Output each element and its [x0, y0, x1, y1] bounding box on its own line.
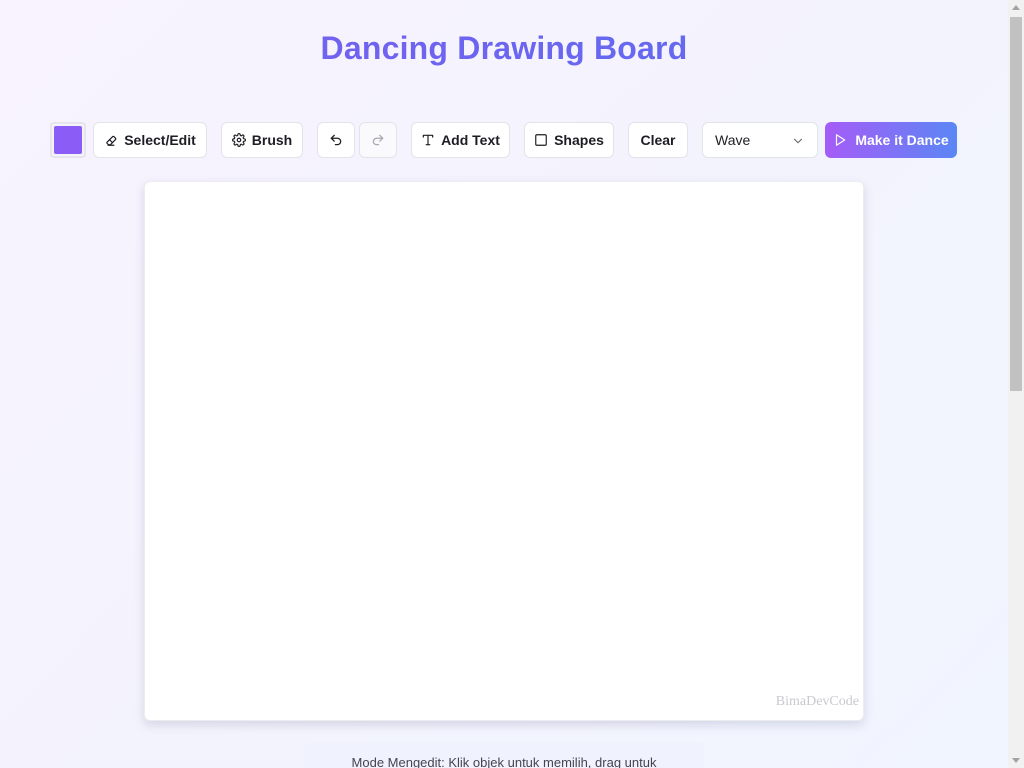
page-title: Dancing Drawing Board — [0, 28, 1008, 68]
animation-select-value: Wave — [715, 132, 751, 148]
make-it-dance-button[interactable]: Make it Dance — [825, 122, 957, 158]
scroll-up-arrow-icon[interactable] — [1012, 5, 1020, 10]
redo-button[interactable] — [359, 122, 397, 158]
mode-hint: Mode Mengedit: Klik objek untuk memilih,… — [304, 742, 704, 768]
brush-label: Brush — [251, 132, 293, 148]
drawing-canvas[interactable]: BimaDevCode — [144, 181, 864, 721]
watermark: BimaDevCode — [775, 694, 859, 709]
add-text-label: Add Text — [441, 132, 500, 148]
chevron-down-icon — [791, 134, 805, 148]
clear-button[interactable]: Clear — [628, 122, 688, 158]
brush-button[interactable]: Brush — [221, 122, 303, 158]
shapes-button[interactable]: Shapes — [524, 122, 614, 158]
type-icon — [421, 133, 435, 147]
play-icon — [833, 133, 847, 147]
toolbar: Select/Edit Brush Add Text Shapes Clear … — [0, 122, 1008, 158]
make-it-dance-label: Make it Dance — [855, 132, 949, 148]
color-swatch-fill — [54, 126, 82, 154]
undo-icon — [329, 133, 343, 147]
undo-button[interactable] — [317, 122, 355, 158]
vertical-scrollbar[interactable] — [1008, 0, 1024, 768]
app-page: Dancing Drawing Board Select/Edit Brush … — [0, 0, 1008, 768]
redo-icon — [371, 133, 385, 147]
color-picker[interactable] — [50, 122, 86, 158]
scroll-down-arrow-icon[interactable] — [1012, 758, 1020, 763]
animation-select[interactable]: Wave — [702, 122, 818, 158]
gear-icon — [231, 133, 246, 147]
select-edit-button[interactable]: Select/Edit — [93, 122, 207, 158]
select-edit-label: Select/Edit — [124, 132, 196, 148]
square-icon — [534, 133, 548, 147]
shapes-label: Shapes — [554, 132, 604, 148]
add-text-button[interactable]: Add Text — [411, 122, 510, 158]
eraser-icon — [104, 133, 118, 147]
clear-label: Clear — [640, 132, 676, 148]
scrollbar-thumb[interactable] — [1010, 17, 1022, 391]
